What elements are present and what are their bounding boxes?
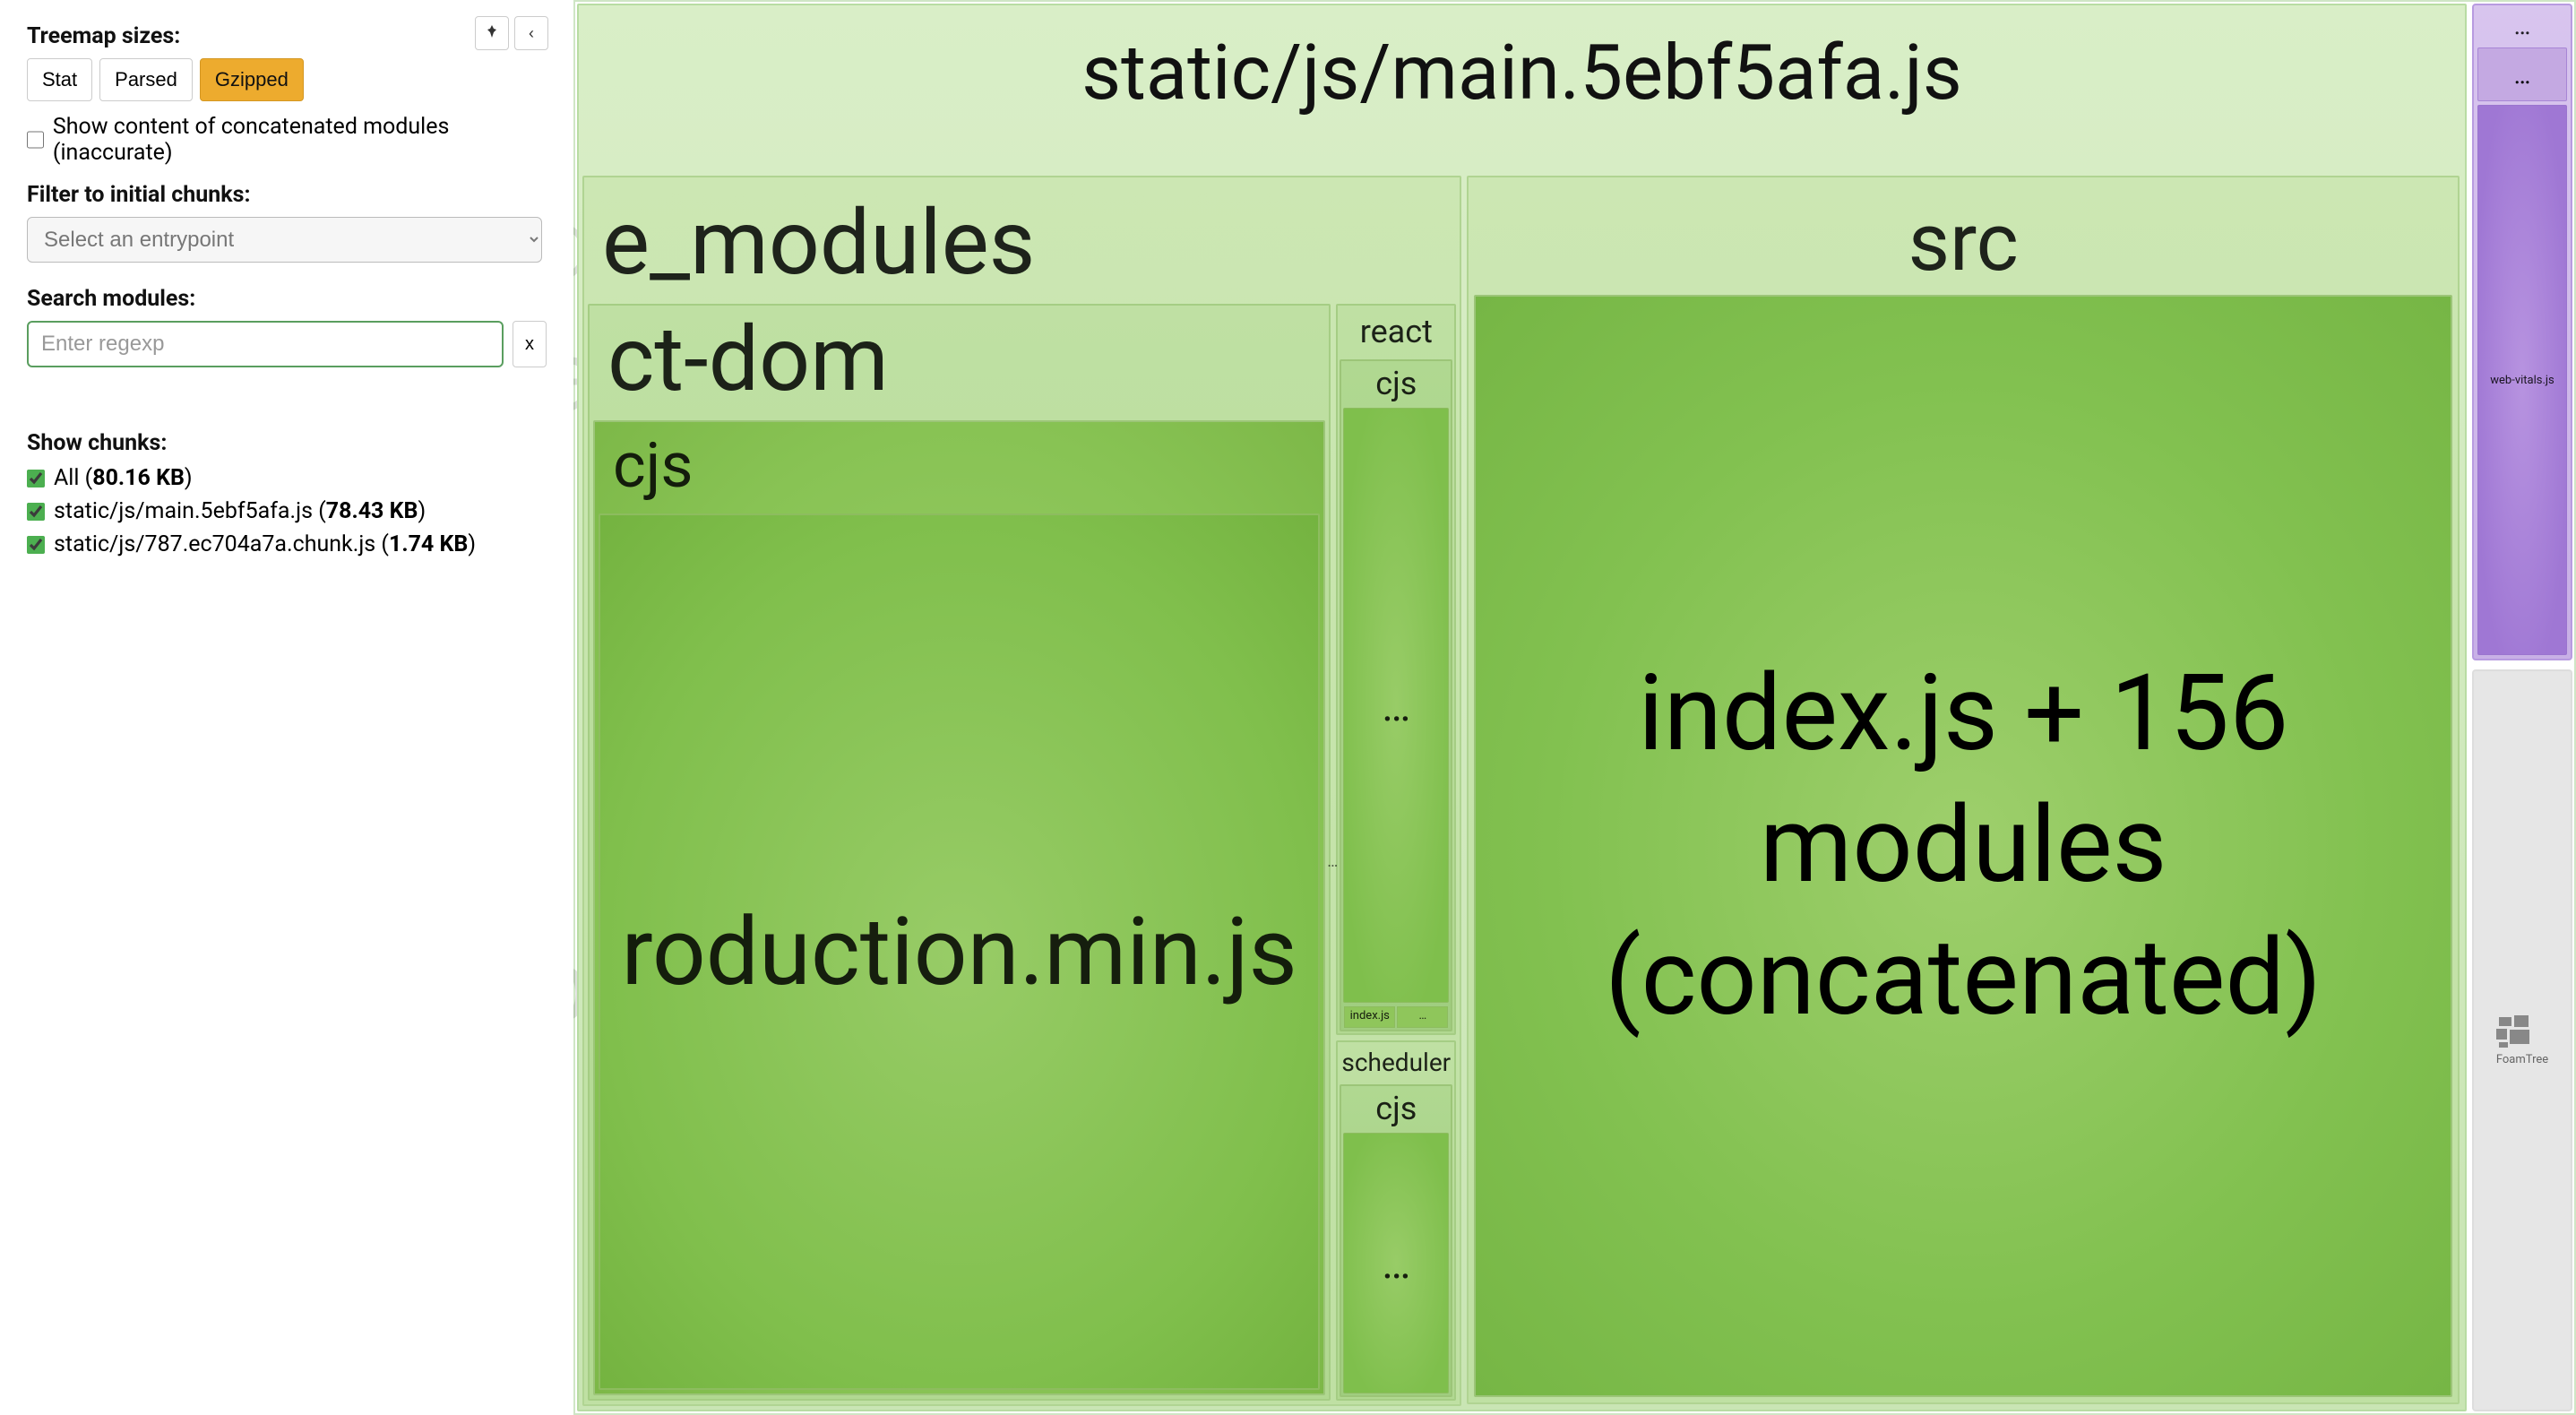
chevron-left-icon: ‹ (529, 24, 534, 43)
pin-icon (485, 24, 499, 43)
treemap-react-dom[interactable]: ct-dom cjs roduction.min.js … (588, 304, 1331, 1401)
treemap-main-bundle[interactable]: static/js/main.5ebf5afa.js e_modules ct-… (577, 4, 2467, 1411)
treemap-chunk-787[interactable]: … … web-vitals.js (2472, 4, 2572, 660)
treemap-index-modules[interactable]: index.js + 156 modules (concatenated) (1474, 295, 2452, 1397)
show-concat-row[interactable]: Show content of concatenated modules (in… (27, 114, 547, 166)
chunk-row-787[interactable]: static/js/787.ec704a7a.chunk.js (1.74 KB… (27, 531, 547, 557)
react-dom-title: ct-dom (590, 306, 1329, 417)
src-title: src (1469, 177, 2458, 289)
chunk-row-all[interactable]: All (80.16 KB) (27, 465, 547, 491)
chunk-checkbox[interactable] (27, 503, 45, 521)
scheduler-title: scheduler (1338, 1042, 1454, 1083)
react-tiny-dots[interactable]: … (1397, 1006, 1448, 1028)
treemap-scheduler[interactable]: scheduler cjs … (1336, 1040, 1456, 1401)
show-concat-label: Show content of concatenated modules (in… (53, 114, 547, 166)
index-modules-title: index.js + 156 modules (concatenated) (1476, 648, 2451, 1045)
treemap-src[interactable]: src index.js + 156 modules (concatenated… (1467, 176, 2460, 1404)
chunk-checkbox[interactable] (27, 470, 45, 487)
collapse-button[interactable]: ‹ (514, 16, 548, 50)
treemap-react[interactable]: react cjs … index.js … (1336, 304, 1456, 1035)
foamtree-label: FoamTree (2496, 1053, 2548, 1066)
react-title: react (1338, 306, 1454, 358)
filter-chunks-label: Filter to initial chunks: (27, 182, 547, 208)
search-modules-label: Search modules: (27, 286, 547, 312)
treemap-scheduler-cjs[interactable]: cjs … (1340, 1084, 1452, 1397)
scheduler-cjs-title: cjs (1341, 1086, 1451, 1131)
treemap-react-dom-cjs[interactable]: cjs roduction.min.js (593, 420, 1325, 1395)
prod-min-title: roduction.min.js (621, 897, 1297, 1007)
foamtree-icon (2496, 1015, 2532, 1049)
sidebar: ‹ Treemap sizes: Stat Parsed Gzipped Sho… (0, 0, 573, 1415)
node-modules-title: e_modules (584, 177, 1460, 300)
size-gzipped-button[interactable]: Gzipped (200, 58, 304, 101)
chunk-787-title: … (2474, 5, 2571, 46)
chunk-787-sub[interactable]: … (2477, 47, 2567, 101)
treemap-react-cjs[interactable]: cjs … index.js … (1340, 359, 1452, 1031)
size-parsed-button[interactable]: Parsed (99, 58, 193, 101)
treemap[interactable]: node_modules react-dom react-dom.product… (573, 0, 2576, 1415)
size-stat-button[interactable]: Stat (27, 58, 92, 101)
clear-search-button[interactable]: x (513, 321, 547, 367)
treemap-node-modules[interactable]: e_modules ct-dom cjs roduction.min.js (582, 176, 1461, 1406)
search-input[interactable] (27, 321, 504, 367)
foamtree-attribution[interactable]: FoamTree (2472, 669, 2572, 1411)
entrypoint-select[interactable]: Select an entrypoint (27, 217, 542, 263)
scheduler-dots[interactable]: … (1343, 1133, 1449, 1393)
react-dots[interactable]: … (1343, 408, 1449, 1003)
main-bundle-title: static/js/main.5ebf5afa.js (579, 5, 2465, 126)
chunk-row-main[interactable]: static/js/main.5ebf5afa.js (78.43 KB) (27, 498, 547, 524)
treemap-sizes-label: Treemap sizes: (27, 23, 547, 49)
react-tiny-index[interactable]: index.js (1344, 1006, 1395, 1028)
cjs-title: cjs (595, 422, 1323, 510)
chunk-checkbox[interactable] (27, 536, 45, 554)
col-dots: … (1327, 852, 1338, 871)
chunk-list: All (80.16 KB) static/js/main.5ebf5afa.j… (27, 465, 547, 557)
treemap-prod-min[interactable]: roduction.min.js (599, 513, 1320, 1390)
pin-button[interactable] (475, 16, 509, 50)
show-concat-checkbox[interactable] (27, 131, 44, 149)
react-cjs-title: cjs (1341, 361, 1451, 406)
chunk-787-web-vitals[interactable]: web-vitals.js (2477, 105, 2567, 655)
show-chunks-label: Show chunks: (27, 430, 547, 456)
